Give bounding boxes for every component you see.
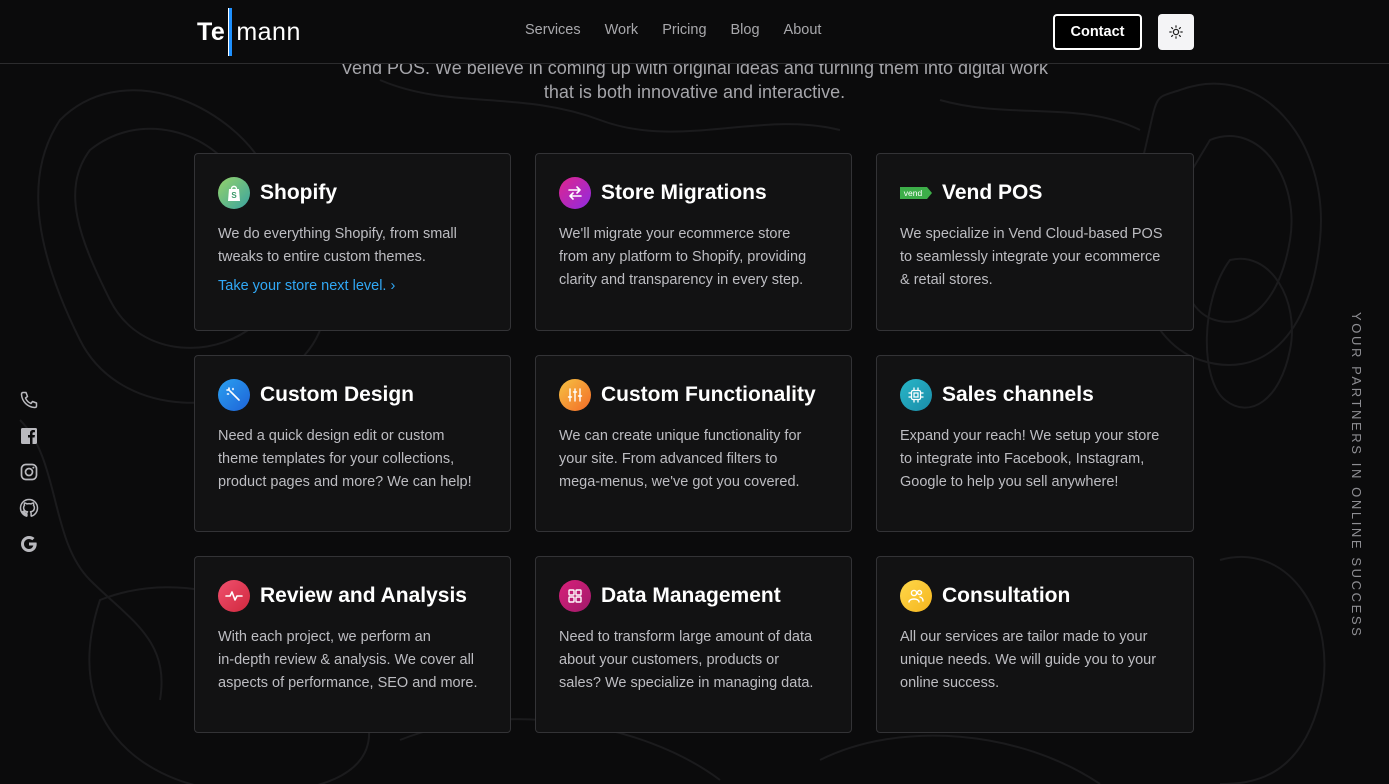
card-title: Custom Functionality [601, 383, 816, 406]
card-description: With each project, we perform an in-dept… [218, 626, 487, 695]
side-tagline: YOUR PARTNERS IN ONLINE SUCCESS [1349, 312, 1364, 639]
nav-services[interactable]: Services [525, 22, 581, 38]
card-desc-line: Need a quick design edit or custom [218, 428, 445, 444]
service-card-sales-channels: Sales channels Expand your reach! We set… [876, 355, 1194, 532]
card-desc-line: unique needs. We will guide you to your [900, 652, 1157, 668]
social-links [19, 390, 39, 554]
card-title: Consultation [942, 584, 1071, 607]
nav-pricing[interactable]: Pricing [662, 22, 706, 38]
card-title: Sales channels [942, 383, 1094, 406]
card-desc-line: clarity and transparency in every step. [559, 272, 804, 288]
card-desc-line: We do everything Shopify, from small [218, 226, 457, 242]
intro-line-2: that is both innovative and interactive. [543, 82, 846, 102]
card-desc-line: about your customers, products or [559, 652, 780, 668]
card-desc-line: to integrate into Facebook, Instagram, [900, 451, 1145, 467]
card-description: Need to transform large amount of data a… [559, 626, 828, 695]
card-desc-line: in-depth review & analysis. We cover all [218, 652, 475, 668]
service-card-store-migrations: Store Migrations We'll migrate your ecom… [535, 153, 852, 331]
nav-work[interactable]: Work [605, 22, 639, 38]
service-card-custom-design: Custom Design Need a quick design edit o… [194, 355, 511, 532]
github-icon[interactable] [19, 498, 39, 518]
svg-text:S: S [231, 191, 237, 200]
sliders-icon [559, 379, 591, 411]
card-desc-line: from any platform to Shopify, providing [559, 249, 807, 265]
card-title: Vend POS [942, 181, 1043, 204]
card-desc-line: theme templates for your collections, [218, 451, 455, 467]
service-card-review-analysis: Review and Analysis With each project, w… [194, 556, 511, 733]
card-title: Data Management [601, 584, 781, 607]
theme-toggle-button[interactable] [1158, 14, 1194, 50]
people-icon [900, 580, 932, 612]
nav-about[interactable]: About [784, 22, 822, 38]
card-title: Shopify [260, 181, 337, 204]
logo-text-start: Te [197, 17, 226, 46]
main-nav: Services Work Pricing Blog About [525, 22, 821, 38]
pulse-icon [218, 580, 250, 612]
card-desc-line: Expand your reach! We setup your store [900, 428, 1160, 444]
facebook-icon[interactable] [19, 426, 39, 446]
service-card-shopify: S Shopify We do everything Shopify, from… [194, 153, 511, 331]
contact-button[interactable]: Contact [1053, 14, 1142, 50]
card-desc-line: to seamlessly integrate your ecommerce [900, 249, 1161, 265]
service-card-consultation: Consultation All our services are tailor… [876, 556, 1194, 733]
swap-arrows-icon [559, 177, 591, 209]
card-description: We do everything Shopify, from small twe… [218, 223, 487, 269]
card-desc-line: tweaks to entire custom themes. [218, 249, 426, 265]
card-desc-line: We'll migrate your ecommerce store [559, 226, 791, 242]
grid-icon [559, 580, 591, 612]
card-desc-line: your site. From advanced filters to [559, 451, 778, 467]
services-grid: S Shopify We do everything Shopify, from… [194, 153, 1194, 733]
card-description: All our services are tailor made to your… [900, 626, 1170, 695]
site-header: Te mann Services Work Pricing Blog About… [0, 0, 1389, 64]
logo-text-end: mann [236, 17, 301, 46]
instagram-icon[interactable] [19, 462, 39, 482]
chip-icon [900, 379, 932, 411]
card-desc-line: mega-menus, we've got you covered. [559, 474, 800, 490]
nav-blog[interactable]: Blog [731, 22, 760, 38]
vend-logo-icon: vend [900, 177, 932, 209]
card-desc-line: Google to help you sell anywhere! [900, 474, 1119, 490]
card-description: Need a quick design edit or custom theme… [218, 425, 487, 494]
card-desc-line: aspects of performance, SEO and more. [218, 675, 478, 691]
card-description: We specialize in Vend Cloud-based POS to… [900, 223, 1170, 292]
svg-text:vend: vend [904, 188, 923, 198]
card-desc-line: online success. [900, 675, 1000, 691]
card-desc-line: & retail stores. [900, 272, 993, 288]
card-desc-line: All our services are tailor made to your [900, 629, 1148, 645]
card-description: Expand your reach! We setup your store t… [900, 425, 1170, 494]
logo[interactable]: Te mann [197, 8, 301, 56]
google-icon[interactable] [19, 534, 39, 554]
shopify-cta-link[interactable]: Take your store next level. › [218, 278, 395, 294]
service-card-vend-pos: vend Vend POS We specialize in Vend Clou… [876, 153, 1194, 331]
card-desc-line: With each project, we perform an [218, 629, 431, 645]
card-desc-line: sales? We specialize in managing data. [559, 675, 814, 691]
card-desc-line: We can create unique functionality for [559, 428, 802, 444]
card-title: Store Migrations [601, 181, 767, 204]
magic-wand-icon [218, 379, 250, 411]
phone-icon[interactable] [19, 390, 39, 410]
card-desc-line: product pages and more? We can help! [218, 474, 472, 490]
card-description: We can create unique functionality for y… [559, 425, 828, 494]
card-desc-line: We specialize in Vend Cloud-based POS [900, 226, 1163, 242]
card-desc-line: Need to transform large amount of data [559, 629, 813, 645]
card-description: We'll migrate your ecommerce store from … [559, 223, 828, 292]
card-title: Review and Analysis [260, 584, 467, 607]
shopify-bag-icon: S [218, 177, 250, 209]
sun-icon [1169, 25, 1183, 39]
logo-bar [228, 8, 233, 56]
service-card-custom-functionality: Custom Functionality We can create uniqu… [535, 355, 852, 532]
service-card-data-management: Data Management Need to transform large … [535, 556, 852, 733]
card-title: Custom Design [260, 383, 415, 406]
